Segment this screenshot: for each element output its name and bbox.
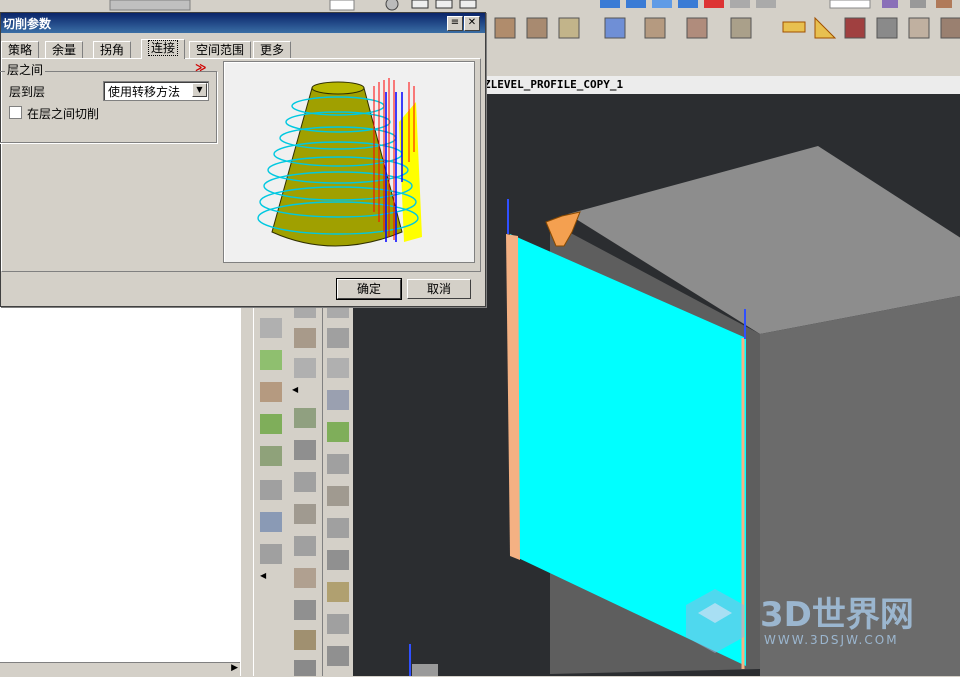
- preview-image: [223, 61, 475, 263]
- operation-navigator[interactable]: [0, 300, 241, 676]
- horizontal-scrollbar[interactable]: ▶: [0, 662, 240, 677]
- tab-strategy[interactable]: 策略: [1, 41, 40, 58]
- cancel-button[interactable]: 取消: [407, 279, 471, 299]
- watermark-text: 3D世界网: [760, 595, 914, 635]
- toolpath-wall-edge: [506, 234, 520, 560]
- cube-logo-icon: [686, 589, 744, 653]
- svg-text:◀: ◀: [292, 385, 299, 394]
- tab-stock[interactable]: 余量: [45, 41, 84, 58]
- cutting-parameters-dialog: 切削参数 ≡ ✕ 策略 余量 拐角 连接 空间范围 更多 层之间 ≫ 层到层 使…: [0, 12, 486, 307]
- collapse-icon[interactable]: ≫: [195, 61, 207, 74]
- cut-between-layers-checkbox[interactable]: [9, 106, 22, 119]
- dialog-title-bar[interactable]: 切削参数 ≡ ✕: [1, 13, 485, 33]
- tab-more[interactable]: 更多: [253, 41, 292, 58]
- palette-3-icons: [327, 300, 349, 666]
- close-icon[interactable]: ✕: [464, 16, 480, 31]
- toolbar-gap: [480, 48, 960, 76]
- ok-button[interactable]: 确定: [336, 278, 402, 300]
- tool-palette-2: ◀: [288, 300, 323, 676]
- layer-to-layer-select[interactable]: 使用转移方法 ▼: [103, 81, 209, 101]
- svg-text:◀: ◀: [260, 571, 267, 580]
- palette-1-icons: [260, 318, 282, 564]
- layer-to-layer-label: 层到层: [9, 85, 46, 99]
- watermark-url: WWW.3DSJW.COM: [764, 633, 899, 647]
- palette-2-icons: ◀: [292, 300, 316, 676]
- cut-between-layers-label: 在层之间切削: [27, 107, 100, 121]
- layer-to-layer-value: 使用转移方法: [108, 85, 181, 99]
- tool-palette-3: [323, 300, 353, 676]
- tab-containment[interactable]: 空间范围: [189, 41, 252, 58]
- cone-illustration: [257, 78, 422, 247]
- viewport-title: ZLEVEL_PROFILE_COPY_1: [480, 76, 960, 94]
- tab-corners[interactable]: 拐角: [93, 41, 132, 58]
- dialog-title: 切削参数: [3, 17, 52, 31]
- watermark: 3D世界网 WWW.3DSJW.COM: [680, 585, 940, 655]
- chevron-down-icon[interactable]: ▼: [192, 83, 207, 97]
- splitter[interactable]: [240, 300, 253, 676]
- tool-palette-1: ◀: [253, 300, 289, 676]
- group-title: 层之间: [5, 61, 46, 78]
- tab-connections[interactable]: 连接: [141, 39, 186, 59]
- menu-icon[interactable]: ≡: [447, 16, 463, 31]
- scroll-right-arrow-icon[interactable]: ▶: [231, 663, 238, 673]
